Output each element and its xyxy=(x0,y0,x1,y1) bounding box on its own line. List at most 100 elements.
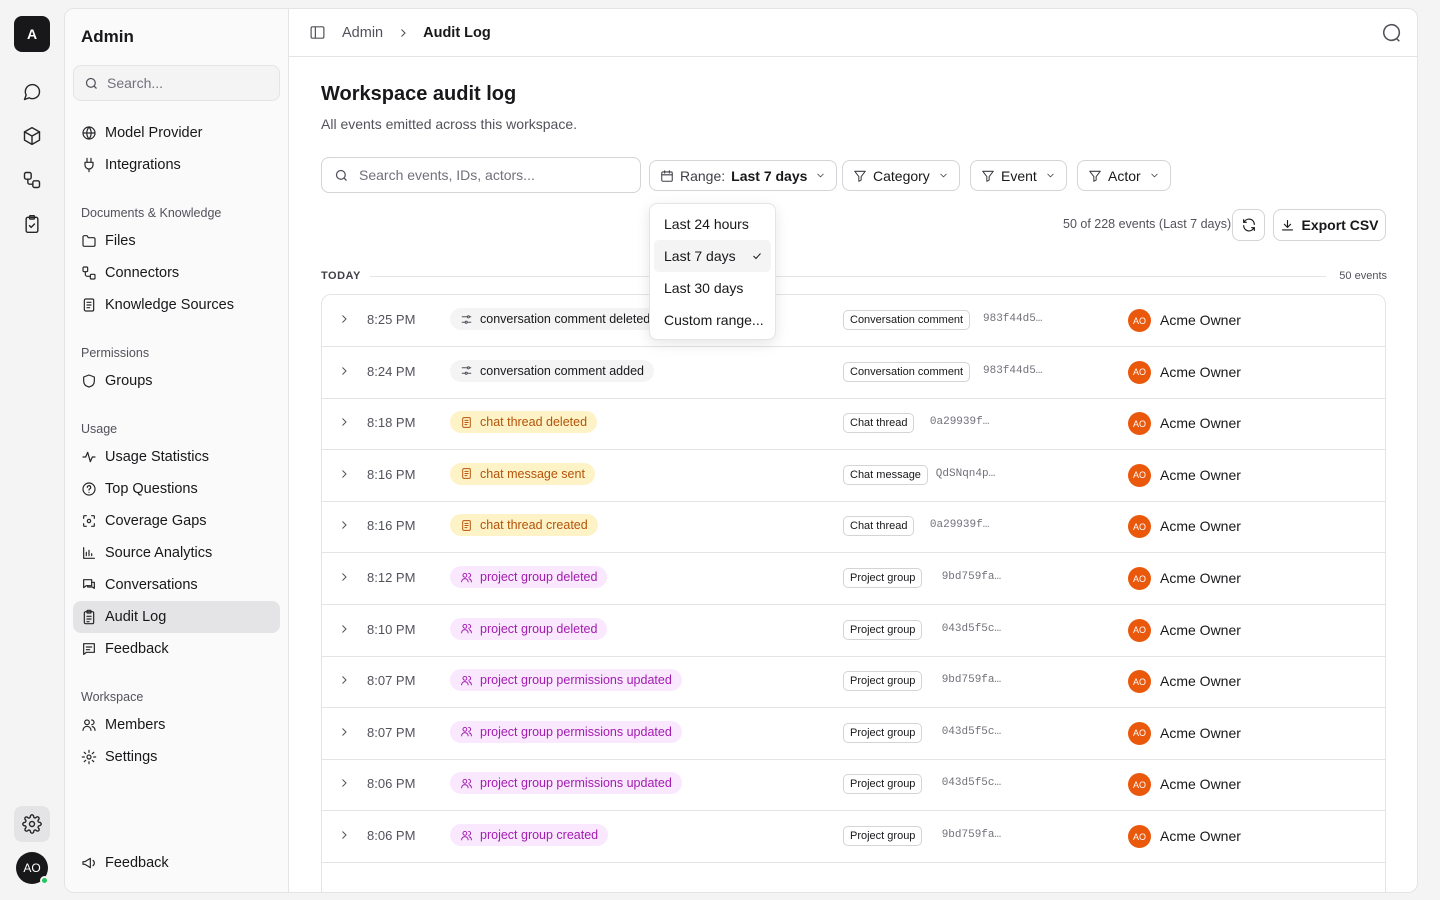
admin-settings-button[interactable] xyxy=(14,806,50,842)
export-csv-button[interactable]: Export CSV xyxy=(1273,209,1386,241)
chevron-right-icon[interactable] xyxy=(338,777,350,789)
range-filter-value: Last 7 days xyxy=(731,167,808,184)
user-avatar-initials: AO xyxy=(23,861,41,875)
range-option-24h[interactable]: Last 24 hours xyxy=(654,208,771,240)
check-icon xyxy=(753,253,761,260)
table-row[interactable]: 8:06 PM project group created Project grou… xyxy=(322,811,1385,863)
sidebar-item-settings[interactable]: Settings xyxy=(73,741,280,773)
sidebar-item-top-questions[interactable]: Top Questions xyxy=(73,473,280,505)
event-tag-label: chat thread created xyxy=(480,518,588,533)
event-time: 8:16 PM xyxy=(367,518,416,534)
app-rail: A AO xyxy=(0,0,64,900)
range-option-7d[interactable]: Last 7 days xyxy=(654,240,771,272)
range-dropdown-menu: Last 24 hours Last 7 days Last 30 days C… xyxy=(649,203,776,340)
sidebar-item-audit-log[interactable]: Audit Log xyxy=(73,601,280,633)
resource-id[interactable]: 0a29939f… xyxy=(930,416,989,428)
sidebar-item-connectors[interactable]: Connectors xyxy=(73,257,280,289)
event-filter-button[interactable]: Event xyxy=(970,160,1067,191)
table-row[interactable]: 8:12 PM project group deleted Project grou… xyxy=(322,553,1385,605)
sidebar-item-usage-statistics[interactable]: Usage Statistics xyxy=(73,441,280,473)
table-row[interactable]: 8:10 PM project group deleted Project grou… xyxy=(322,605,1385,657)
refresh-button[interactable] xyxy=(1232,209,1265,241)
event-tag: project group permissions updated xyxy=(450,669,682,692)
chevron-right-icon[interactable] xyxy=(338,519,350,531)
sidebar-item-conversations[interactable]: Conversations xyxy=(73,569,280,601)
table-row[interactable]: 8:07 PM project group permissions updated… xyxy=(322,656,1385,709)
sidebar-search-input[interactable]: Search... xyxy=(73,65,280,101)
range-filter-button[interactable]: Range: Last 7 days xyxy=(649,160,838,191)
table-row[interactable]: 8:25 PM conversation comment deleted Conve… xyxy=(322,295,1385,347)
projects-nav-button[interactable] xyxy=(14,118,50,154)
resource-id[interactable]: 043d5f5c… xyxy=(942,777,1001,789)
breadcrumb-admin[interactable]: Admin xyxy=(342,25,383,41)
table-row[interactable]: 8:16 PM chat message sent Chat message QdSN… xyxy=(322,450,1385,502)
assistant-chat-icon[interactable] xyxy=(1381,22,1403,44)
resource-id[interactable]: 9bd759fa… xyxy=(942,829,1001,841)
event-tag-label: conversation comment deleted xyxy=(480,312,651,326)
sidebar-item-members[interactable]: Members xyxy=(73,709,280,741)
event-tag-label: project group permissions updated xyxy=(480,724,672,739)
actor-avatar: AO xyxy=(1128,670,1151,694)
chevron-right-icon[interactable] xyxy=(338,623,350,635)
resource-badge: Chat message xyxy=(843,464,928,485)
chevron-right-icon[interactable] xyxy=(338,468,350,480)
range-option-30d[interactable]: Last 30 days xyxy=(654,272,771,304)
sidebar-item-knowledge-sources[interactable]: Knowledge Sources xyxy=(73,289,280,321)
actor-name: Acme Owner xyxy=(1160,724,1241,741)
range-option-custom[interactable]: Custom range... xyxy=(654,304,771,336)
resource-badge: Conversation comment xyxy=(843,310,971,330)
table-row[interactable]: 8:07 PM project group permissions updated… xyxy=(322,708,1385,760)
workspace-logo[interactable]: A xyxy=(14,16,50,52)
chevron-right-icon[interactable] xyxy=(338,313,350,325)
events-search-input[interactable]: Search events, IDs, actors... xyxy=(321,157,641,193)
sidebar-item-feedback[interactable]: Feedback xyxy=(73,633,280,665)
table-row[interactable]: 8:06 PM project group permissions updated… xyxy=(322,759,1385,812)
event-time: 8:06 PM xyxy=(367,776,416,792)
section-divider xyxy=(370,276,1326,277)
sidebar-item-integrations[interactable]: Integrations xyxy=(73,149,280,181)
actor-avatar: AO xyxy=(1128,360,1151,384)
resource-id[interactable]: 043d5f5c… xyxy=(942,623,1001,635)
actor-name: Acme Owner xyxy=(1160,415,1241,432)
event-tag: conversation comment added xyxy=(450,359,654,382)
resource-id[interactable]: 983f44d5… xyxy=(983,313,1042,325)
workflows-nav-button[interactable] xyxy=(14,162,50,198)
breadcrumb-current: Audit Log xyxy=(423,24,491,41)
sidebar-item-source-analytics[interactable]: Source Analytics xyxy=(73,537,280,569)
range-option-label: Last 24 hours xyxy=(664,216,749,232)
chevron-right-icon[interactable] xyxy=(338,571,350,583)
event-tag: chat thread deleted xyxy=(450,411,598,434)
category-filter-button[interactable]: Category xyxy=(842,160,960,191)
download-icon xyxy=(1282,219,1294,230)
chevron-right-icon[interactable] xyxy=(338,726,350,738)
user-avatar[interactable]: AO xyxy=(16,852,49,885)
resource-badge: Project group xyxy=(843,671,923,692)
table-row[interactable]: 8:16 PM chat thread created Chat thread 0a2… xyxy=(322,501,1385,554)
sidebar-item-files[interactable]: Files xyxy=(73,225,280,257)
sidebar-toggle-icon[interactable] xyxy=(309,24,326,41)
resource-id[interactable]: QdSNqn4p… xyxy=(936,468,995,480)
range-option-label: Last 30 days xyxy=(664,280,744,296)
table-row[interactable]: 8:24 PM conversation comment added Convers… xyxy=(322,347,1385,399)
actor-filter-button[interactable]: Actor xyxy=(1077,160,1171,191)
category-filter-label: Category xyxy=(873,167,930,184)
gear-icon xyxy=(22,814,42,834)
sidebar-send-feedback[interactable]: Feedback xyxy=(73,847,280,879)
event-tag: project group permissions updated xyxy=(450,772,682,795)
resource-id[interactable]: 0a29939f… xyxy=(930,519,989,531)
resource-id[interactable]: 043d5f5c… xyxy=(942,726,1001,738)
globe-icon xyxy=(82,126,96,140)
sidebar-item-groups[interactable]: Groups xyxy=(73,365,280,397)
sidebar-item-coverage-gaps[interactable]: Coverage Gaps xyxy=(73,505,280,537)
resource-id[interactable]: 9bd759fa… xyxy=(942,571,1001,583)
chevron-right-icon[interactable] xyxy=(338,365,350,377)
sidebar-item-model-provider[interactable]: Model Provider xyxy=(73,117,280,149)
table-row[interactable]: 8:18 PM chat thread deleted Chat thread 0a2… xyxy=(322,398,1385,451)
resource-id[interactable]: 983f44d5… xyxy=(983,365,1042,377)
chevron-right-icon[interactable] xyxy=(338,674,350,686)
resource-id[interactable]: 9bd759fa… xyxy=(942,674,1001,686)
tasks-nav-button[interactable] xyxy=(14,206,50,242)
chevron-right-icon[interactable] xyxy=(338,416,350,428)
chat-nav-button[interactable] xyxy=(14,74,50,110)
chevron-right-icon[interactable] xyxy=(338,829,350,841)
